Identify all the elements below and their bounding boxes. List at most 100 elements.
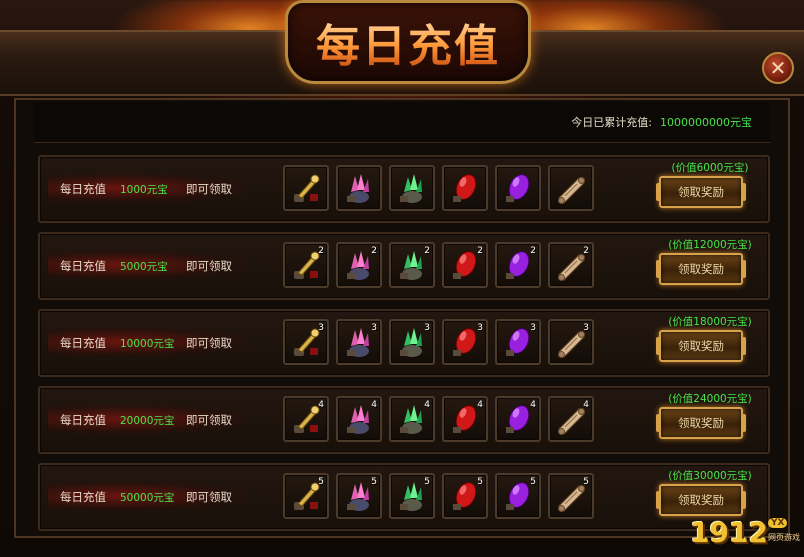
- item-quantity: 3: [424, 323, 430, 333]
- reward-slot[interactable]: 3: [495, 319, 541, 365]
- item-quantity: 5: [371, 477, 377, 487]
- reward-slot[interactable]: 5: [442, 473, 488, 519]
- claim-reward-button[interactable]: 领取奖励: [656, 253, 746, 285]
- title-plate: 每日充值: [285, 0, 531, 84]
- summary-bar: 今日已累计充值: 1000000000元宝: [34, 102, 770, 143]
- item-quantity: 2: [530, 246, 536, 256]
- site-watermark: 1912 YX 网页游戏: [690, 516, 800, 554]
- reward-slot[interactable]: [283, 165, 329, 211]
- tier-requirement: 每日充值 10000元宝 即可领取: [48, 327, 248, 357]
- tier-row: 每日充值 20000元宝 即可领取 4 4 4 4 4 4 (价值24000元宝) 领取奖…: [38, 386, 770, 454]
- watermark-badge: YX: [768, 518, 788, 528]
- reward-slot[interactable]: [495, 165, 541, 211]
- tier-label: 每日充值: [60, 490, 106, 504]
- tier-label: 每日充值: [60, 336, 106, 350]
- tier-suffix: 即可领取: [186, 336, 232, 350]
- item-quantity: 4: [583, 400, 589, 410]
- reward-slot[interactable]: 3: [336, 319, 382, 365]
- claim-reward-button[interactable]: 领取奖励: [656, 330, 746, 362]
- reward-slot[interactable]: 2: [389, 242, 435, 288]
- reward-slot[interactable]: 2: [336, 242, 382, 288]
- reward-slot[interactable]: 5: [389, 473, 435, 519]
- reward-slot[interactable]: 2: [442, 242, 488, 288]
- item-quantity: 3: [583, 323, 589, 333]
- tier-requirement: 每日充值 1000元宝 即可领取: [48, 173, 248, 203]
- tier-row: 每日充值 10000元宝 即可领取 3 3 3 3 3 3 (价值18000元宝) 领取奖…: [38, 309, 770, 377]
- reward-slot[interactable]: 5: [283, 473, 329, 519]
- item-quantity: 5: [318, 477, 324, 487]
- reward-slot[interactable]: [336, 165, 382, 211]
- page-title: 每日充值: [316, 10, 500, 74]
- item-quantity: 3: [371, 323, 377, 333]
- tier-suffix: 即可领取: [186, 490, 232, 504]
- tier-row: 每日充值 50000元宝 即可领取 5 5 5 5 5 5 (价值30000元宝) 领取奖…: [38, 463, 770, 531]
- claim-reward-button[interactable]: 领取奖励: [656, 176, 746, 208]
- reward-slot[interactable]: 3: [548, 319, 594, 365]
- close-button[interactable]: ✕: [762, 52, 794, 84]
- tier-requirement: 每日充值 50000元宝 即可领取: [48, 481, 248, 511]
- item-quantity: 5: [530, 477, 536, 487]
- tier-amount: 20000元宝: [120, 415, 175, 427]
- item-quantity: 4: [424, 400, 430, 410]
- reward-slot[interactable]: 4: [495, 396, 541, 442]
- item-quantity: 2: [583, 246, 589, 256]
- item-quantity: 2: [424, 246, 430, 256]
- tier-label: 每日充值: [60, 259, 106, 273]
- tier-amount: 50000元宝: [120, 492, 175, 504]
- item-quantity: 5: [583, 477, 589, 487]
- item-quantity: 3: [530, 323, 536, 333]
- content-panel: 今日已累计充值: 1000000000元宝 每日充值 1000元宝 即可领取 (价…: [14, 98, 790, 538]
- summary-label: 今日已累计充值:: [571, 116, 652, 129]
- tier-suffix: 即可领取: [186, 413, 232, 427]
- event-window: 每日充值 ✕ 今日已累计充值: 1000000000元宝 每日充值 1000元宝 …: [0, 0, 804, 557]
- tier-label: 每日充值: [60, 413, 106, 427]
- reward-slot[interactable]: 5: [495, 473, 541, 519]
- claim-reward-button[interactable]: 领取奖励: [656, 407, 746, 439]
- reward-slot[interactable]: 4: [336, 396, 382, 442]
- reward-slot[interactable]: 5: [336, 473, 382, 519]
- reward-slot[interactable]: 2: [283, 242, 329, 288]
- tier-worth: (价值30000元宝): [668, 470, 752, 482]
- tier-row: 每日充值 5000元宝 即可领取 2 2 2 2 2 2 (价值12000元宝) 领取奖励: [38, 232, 770, 300]
- tier-worth: (价值6000元宝): [671, 162, 749, 174]
- reward-slot[interactable]: 3: [389, 319, 435, 365]
- tier-label: 每日充值: [60, 182, 106, 196]
- reward-slot[interactable]: [389, 165, 435, 211]
- item-quantity: 5: [477, 477, 483, 487]
- tier-worth: (价值24000元宝): [668, 393, 752, 405]
- item-quantity: 3: [477, 323, 483, 333]
- reward-slot[interactable]: 2: [495, 242, 541, 288]
- item-quantity: 5: [424, 477, 430, 487]
- watermark-subtitle: 网页游戏: [768, 533, 800, 542]
- reward-slot[interactable]: [548, 165, 594, 211]
- tier-amount: 10000元宝: [120, 338, 175, 350]
- reward-slot[interactable]: 4: [389, 396, 435, 442]
- reward-slot[interactable]: 5: [548, 473, 594, 519]
- reward-slot[interactable]: 4: [442, 396, 488, 442]
- item-quantity: 3: [318, 323, 324, 333]
- tier-suffix: 即可领取: [186, 182, 232, 196]
- tier-requirement: 每日充值 20000元宝 即可领取: [48, 404, 248, 434]
- item-quantity: 4: [371, 400, 377, 410]
- tier-row: 每日充值 1000元宝 即可领取 (价值6000元宝) 领取奖励: [38, 155, 770, 223]
- item-quantity: 4: [530, 400, 536, 410]
- item-quantity: 2: [318, 246, 324, 256]
- item-quantity: 4: [477, 400, 483, 410]
- reward-slot[interactable]: 4: [548, 396, 594, 442]
- watermark-logo-number: 1912: [690, 516, 768, 549]
- tier-worth: (价值18000元宝): [668, 316, 752, 328]
- reward-slot[interactable]: 3: [283, 319, 329, 365]
- claim-reward-button[interactable]: 领取奖励: [656, 484, 746, 516]
- tier-suffix: 即可领取: [186, 259, 232, 273]
- reward-slot[interactable]: 3: [442, 319, 488, 365]
- summary-text: 今日已累计充值: 1000000000元宝: [571, 114, 752, 130]
- reward-slot[interactable]: [442, 165, 488, 211]
- tier-requirement: 每日充值 5000元宝 即可领取: [48, 250, 248, 280]
- reward-slot[interactable]: 4: [283, 396, 329, 442]
- item-quantity: 2: [477, 246, 483, 256]
- tier-amount: 5000元宝: [120, 261, 168, 273]
- tier-worth: (价值12000元宝): [668, 239, 752, 251]
- reward-slot[interactable]: 2: [548, 242, 594, 288]
- tier-amount: 1000元宝: [120, 184, 168, 196]
- item-quantity: 2: [371, 246, 377, 256]
